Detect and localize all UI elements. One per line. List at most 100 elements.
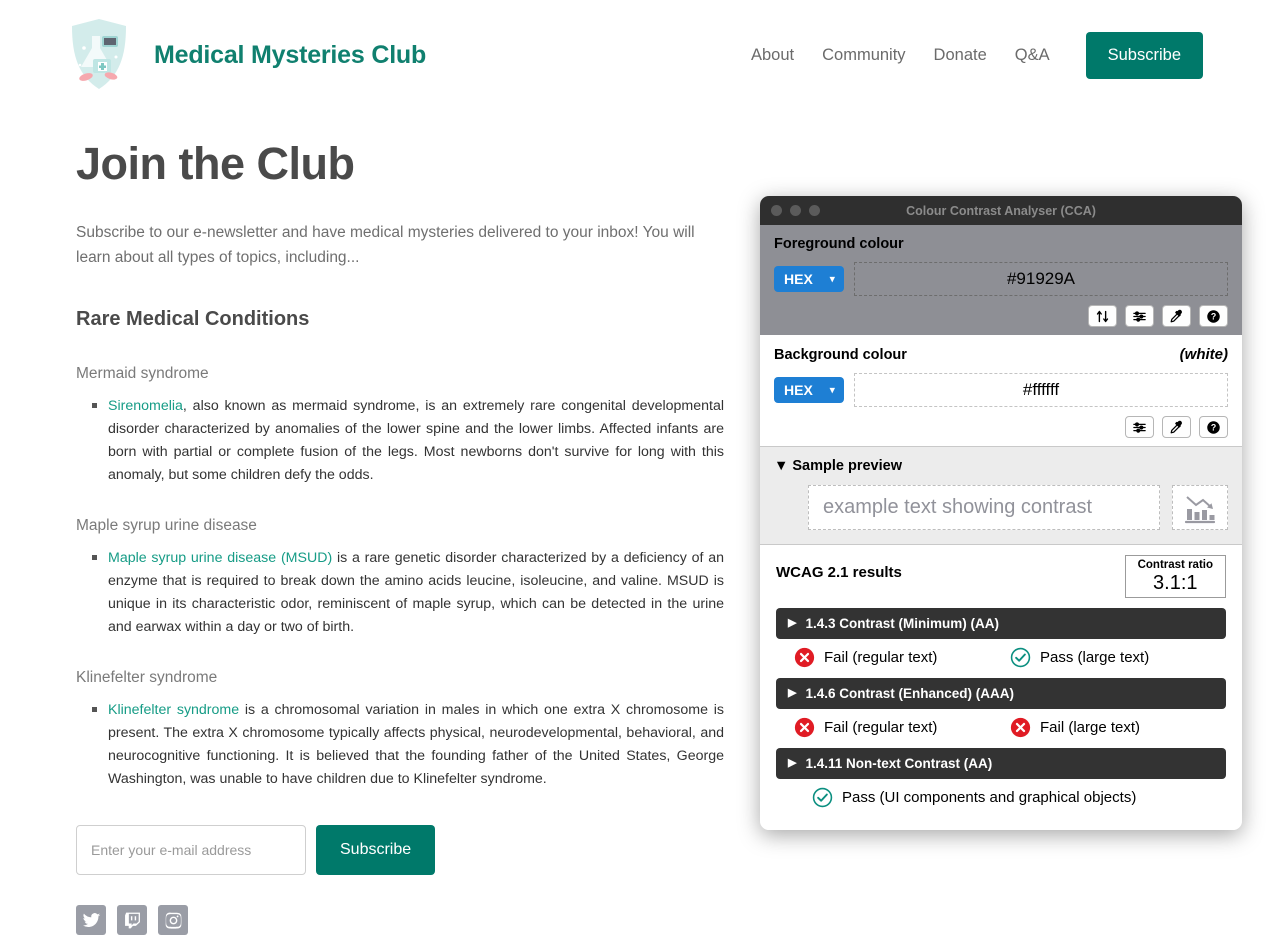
background-hex-input[interactable] <box>854 373 1228 407</box>
outcome-text: Fail (regular text) <box>824 649 938 667</box>
condition-link-klinefelter[interactable]: Klinefelter syndrome <box>108 702 239 718</box>
page-title: Join the Club <box>76 138 355 189</box>
help-icon[interactable]: ? <box>1199 305 1228 327</box>
wcag-results-title: WCAG 2.1 results <box>776 564 902 581</box>
list-item: Maple syrup urine disease (MSUD) is a ra… <box>92 547 724 639</box>
form-subscribe-button[interactable]: Subscribe <box>316 825 436 876</box>
email-input[interactable] <box>76 825 306 876</box>
background-panel: Background colour (white) HEX ? <box>760 335 1242 447</box>
chevron-right-icon: ▶ <box>788 757 797 770</box>
outcome-regular-text: Fail (regular text) <box>794 717 1010 738</box>
nav-item-about[interactable]: About <box>751 46 794 65</box>
nav-subscribe-button[interactable]: Subscribe <box>1085 31 1203 79</box>
outcome-large-text: Pass (large text) <box>1010 647 1226 668</box>
list-item: Sirenomelia, also known as mermaid syndr… <box>92 395 724 487</box>
eyedropper-icon[interactable] <box>1162 416 1191 438</box>
background-format-select[interactable]: HEX <box>774 377 844 403</box>
condition-body: , also known as mermaid syndrome, is an … <box>108 398 724 484</box>
sliders-icon[interactable] <box>1125 305 1154 327</box>
sample-preview-body: example text showing contrast <box>774 485 1228 530</box>
subscribe-form: Subscribe <box>76 825 740 876</box>
outcome-regular-text: Fail (regular text) <box>794 647 1010 668</box>
main-nav: About Community Donate Q&A Subscribe <box>751 31 1203 79</box>
sample-preview-panel: ▼ Sample preview example text showing co… <box>760 447 1242 545</box>
contrast-ratio-label: Contrast ratio <box>1137 559 1213 571</box>
outcome-text: Pass (UI components and graphical object… <box>842 789 1137 807</box>
nav-item-donate[interactable]: Donate <box>934 46 987 65</box>
help-icon[interactable]: ? <box>1199 416 1228 438</box>
swap-colours-icon[interactable] <box>1088 305 1117 327</box>
outcome-ui-components: Pass (UI components and graphical object… <box>794 787 1226 808</box>
condition-list-mermaid: Sirenomelia, also known as mermaid syndr… <box>76 395 740 487</box>
outcome-large-text: Fail (large text) <box>1010 717 1226 738</box>
condition-link-sirenomelia[interactable]: Sirenomelia <box>108 398 183 414</box>
brand-name: Medical Mysteries Club <box>154 40 427 69</box>
criterion-1-4-3-outcomes: Fail (regular text) Pass (large text) <box>776 647 1226 668</box>
bar-chart-declining-icon <box>1184 495 1216 523</box>
fail-icon <box>794 648 815 668</box>
condition-heading-klinefelter: Klinefelter syndrome <box>76 669 218 687</box>
site-header: Medical Mysteries Club About Community D… <box>0 0 1275 100</box>
window-title: Colour Contrast Analyser (CCA) <box>906 203 1096 218</box>
foreground-value-row: HEX <box>774 262 1228 296</box>
instagram-icon[interactable] <box>158 905 188 935</box>
svg-text:?: ? <box>1211 311 1216 321</box>
condition-link-msud[interactable]: Maple syrup urine disease (MSUD) <box>108 550 332 566</box>
background-colour-name: (white) <box>1179 346 1228 363</box>
outcome-text: Fail (large text) <box>1040 719 1141 737</box>
minimize-window-icon[interactable] <box>790 205 801 216</box>
criterion-1-4-11[interactable]: ▶ 1.4.11 Non-text Contrast (AA) <box>776 748 1226 780</box>
close-window-icon[interactable] <box>771 205 782 216</box>
brand[interactable]: Medical Mysteries Club <box>62 12 426 98</box>
criterion-1-4-6-outcomes: Fail (regular text) Fail (large text) <box>776 717 1226 738</box>
social-links <box>76 905 740 935</box>
nav-item-community[interactable]: Community <box>822 46 905 65</box>
list-item: Klinefelter syndrome is a chromosomal va… <box>92 699 724 791</box>
sample-preview-label: Sample preview <box>792 458 902 474</box>
sample-preview-disclosure[interactable]: ▼ Sample preview <box>774 458 1228 474</box>
criterion-1-4-3[interactable]: ▶ 1.4.3 Contrast (Minimum) (AA) <box>776 608 1226 640</box>
pass-icon <box>812 788 833 808</box>
foreground-label: Foreground colour <box>774 236 904 252</box>
svg-text:?: ? <box>1211 422 1216 432</box>
foreground-hex-input[interactable] <box>854 262 1228 296</box>
sample-text: example text showing contrast <box>808 485 1160 530</box>
chevron-right-icon: ▶ <box>788 617 797 630</box>
criterion-label: 1.4.3 Contrast (Minimum) (AA) <box>805 616 999 632</box>
contrast-ratio-box: Contrast ratio 3.1:1 <box>1124 555 1226 599</box>
main-content: Join the Club Subscribe to our e-newslet… <box>0 138 740 935</box>
background-format-select-wrap: HEX <box>774 377 844 403</box>
twitter-icon[interactable] <box>76 905 106 935</box>
wcag-results-header: WCAG 2.1 results Contrast ratio 3.1:1 <box>776 555 1226 599</box>
criterion-1-4-11-outcomes: Pass (UI components and graphical object… <box>776 787 1226 808</box>
intro-paragraph: Subscribe to our e-newsletter and have m… <box>76 224 695 267</box>
fail-icon <box>1010 718 1031 738</box>
twitch-icon[interactable] <box>117 905 147 935</box>
foreground-header: Foreground colour <box>774 236 1228 252</box>
section-title: Rare Medical Conditions <box>76 308 310 331</box>
maximize-window-icon[interactable] <box>809 205 820 216</box>
pass-icon <box>1010 648 1031 668</box>
cca-title-bar[interactable]: Colour Contrast Analyser (CCA) <box>760 196 1242 225</box>
sliders-icon[interactable] <box>1125 416 1154 438</box>
chevron-down-icon: ▼ <box>774 458 789 474</box>
foreground-format-select-wrap: HEX <box>774 266 844 292</box>
foreground-format-select[interactable]: HEX <box>774 266 844 292</box>
colour-contrast-analyser-window: Colour Contrast Analyser (CCA) Foregroun… <box>760 196 1242 830</box>
chevron-right-icon: ▶ <box>788 687 797 700</box>
criterion-1-4-6[interactable]: ▶ 1.4.6 Contrast (Enhanced) (AAA) <box>776 678 1226 710</box>
wcag-results-panel: WCAG 2.1 results Contrast ratio 3.1:1 ▶ … <box>760 545 1242 830</box>
outcome-text: Fail (regular text) <box>824 719 938 737</box>
background-label: Background colour <box>774 347 907 363</box>
background-button-row: ? <box>774 416 1228 438</box>
shield-lab-logo-icon <box>68 15 130 94</box>
foreground-button-row: ? <box>774 305 1228 327</box>
background-value-row: HEX <box>774 373 1228 407</box>
criterion-label: 1.4.11 Non-text Contrast (AA) <box>805 756 993 772</box>
condition-heading-mermaid: Mermaid syndrome <box>76 365 209 383</box>
nav-item-qa[interactable]: Q&A <box>1015 46 1050 65</box>
contrast-ratio-value: 3.1:1 <box>1153 572 1198 595</box>
fail-icon <box>794 718 815 738</box>
window-controls <box>771 205 820 216</box>
eyedropper-icon[interactable] <box>1162 305 1191 327</box>
